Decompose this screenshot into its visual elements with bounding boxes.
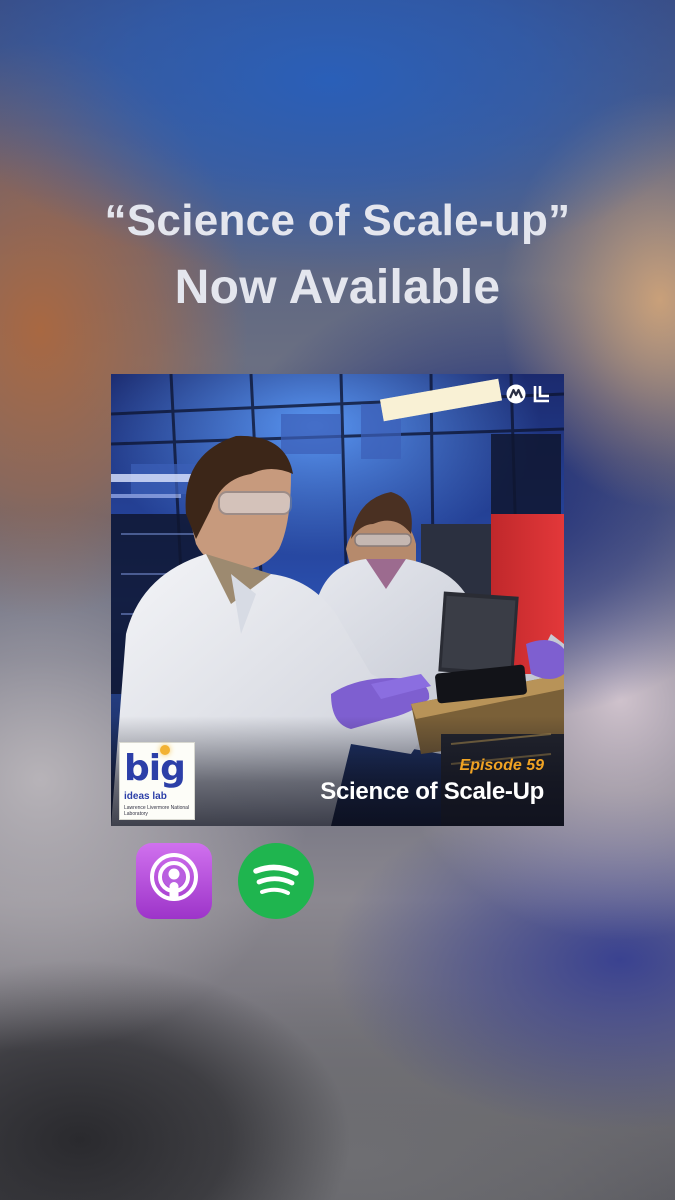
- headline-episode-name: “Science of Scale-up”: [104, 196, 571, 245]
- spotify-icon: [253, 864, 299, 895]
- show-logo-subtitle: ideas lab: [124, 791, 167, 802]
- headline-now-available: Now Available: [174, 261, 501, 314]
- episode-title: Science of Scale-Up: [320, 778, 544, 805]
- show-logo-lab-name: Lawrence Livermore National Laboratory: [124, 805, 190, 817]
- podcast-network-logo-icon: [506, 384, 526, 404]
- show-logo-big: big: [124, 748, 186, 789]
- episode-cover-card[interactable]: big ideas lab Lawrence Livermore Nationa…: [111, 374, 564, 826]
- apple-podcasts-button[interactable]: [136, 843, 212, 919]
- apple-podcasts-icon: [150, 853, 198, 901]
- cover-corner-logos: [506, 384, 552, 404]
- story-screen: “Science of Scale-up” Now Available big …: [0, 0, 675, 1200]
- spotify-button[interactable]: [238, 843, 314, 919]
- llnl-logo-icon: [533, 386, 549, 403]
- episode-number: Episode 59: [459, 757, 544, 774]
- big-ideas-lab-logo: big ideas lab Lawrence Livermore Nationa…: [119, 742, 195, 820]
